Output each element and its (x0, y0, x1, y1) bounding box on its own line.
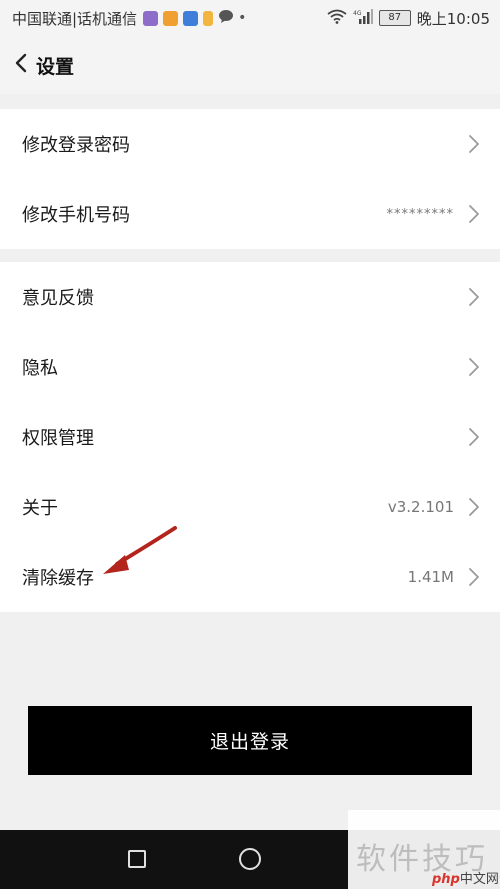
status-bar: 中国联通|话机通信 • 4G 87 晚上10:05 (0, 0, 500, 36)
battery-icon: 87 (378, 10, 411, 26)
chevron-left-icon (14, 53, 28, 77)
row-label: 隐私 (22, 358, 58, 379)
watermark-site-php: php (432, 872, 460, 887)
row-label: 关于 (22, 498, 58, 519)
chevron-right-icon (468, 497, 480, 517)
more-dots-icon: • (238, 10, 247, 26)
app-notification-icon (183, 10, 199, 26)
watermark-site: php中文网 (432, 868, 499, 887)
wifi-icon (327, 9, 347, 28)
carrier-name: 中国联通|话机通信 (12, 9, 138, 28)
chevron-right-icon (468, 287, 480, 307)
change-password-item[interactable]: 修改登录密码 (0, 109, 500, 179)
back-button[interactable] (0, 36, 36, 94)
status-time: 晚上10:05 (416, 9, 490, 28)
status-indicators: 4G 87 晚上10:05 (327, 8, 490, 29)
version-value: v3.2.101 (387, 498, 454, 516)
about-item[interactable]: 关于 v3.2.101 (0, 472, 500, 542)
chat-bubble-icon (218, 9, 234, 28)
permission-management-item[interactable]: 权限管理 (0, 402, 500, 472)
app-notification-icon (143, 10, 159, 26)
row-label: 清除缓存 (22, 568, 94, 589)
chevron-right-icon (468, 427, 480, 447)
square-icon[interactable] (128, 850, 146, 868)
page-title: 设置 (36, 55, 75, 78)
watermark-site-rest: 中文网 (459, 872, 499, 887)
settings-group-general: 意见反馈 隐私 权限管理 关于 v3.2.101 清除缓存 1.41M (0, 262, 500, 612)
app-notification-icon (163, 10, 179, 26)
row-label: 权限管理 (22, 428, 94, 449)
cellular-signal-icon: 4G (353, 8, 373, 28)
row-label: 修改登录密码 (22, 135, 130, 156)
change-phone-item[interactable]: 修改手机号码 ********* (0, 179, 500, 249)
chevron-right-icon (468, 204, 480, 224)
app-notification-icon (203, 10, 214, 26)
chevron-right-icon (468, 134, 480, 154)
feedback-item[interactable]: 意见反馈 (0, 262, 500, 332)
privacy-item[interactable]: 隐私 (0, 332, 500, 402)
masked-phone-value: ********* (386, 206, 454, 222)
clear-cache-item[interactable]: 清除缓存 1.41M (0, 542, 500, 612)
row-label: 修改手机号码 (22, 205, 130, 226)
signal-label: 4G (353, 10, 362, 17)
chevron-right-icon (468, 567, 480, 587)
row-label: 意见反馈 (22, 288, 94, 309)
cache-size-value: 1.41M (407, 568, 454, 586)
chevron-right-icon (468, 357, 480, 377)
circle-icon[interactable] (239, 848, 261, 870)
settings-group-account: 修改登录密码 修改手机号码 ********* (0, 109, 500, 249)
logout-button[interactable]: 退出登录 (28, 706, 472, 775)
header-bar: 设置 (0, 36, 500, 94)
